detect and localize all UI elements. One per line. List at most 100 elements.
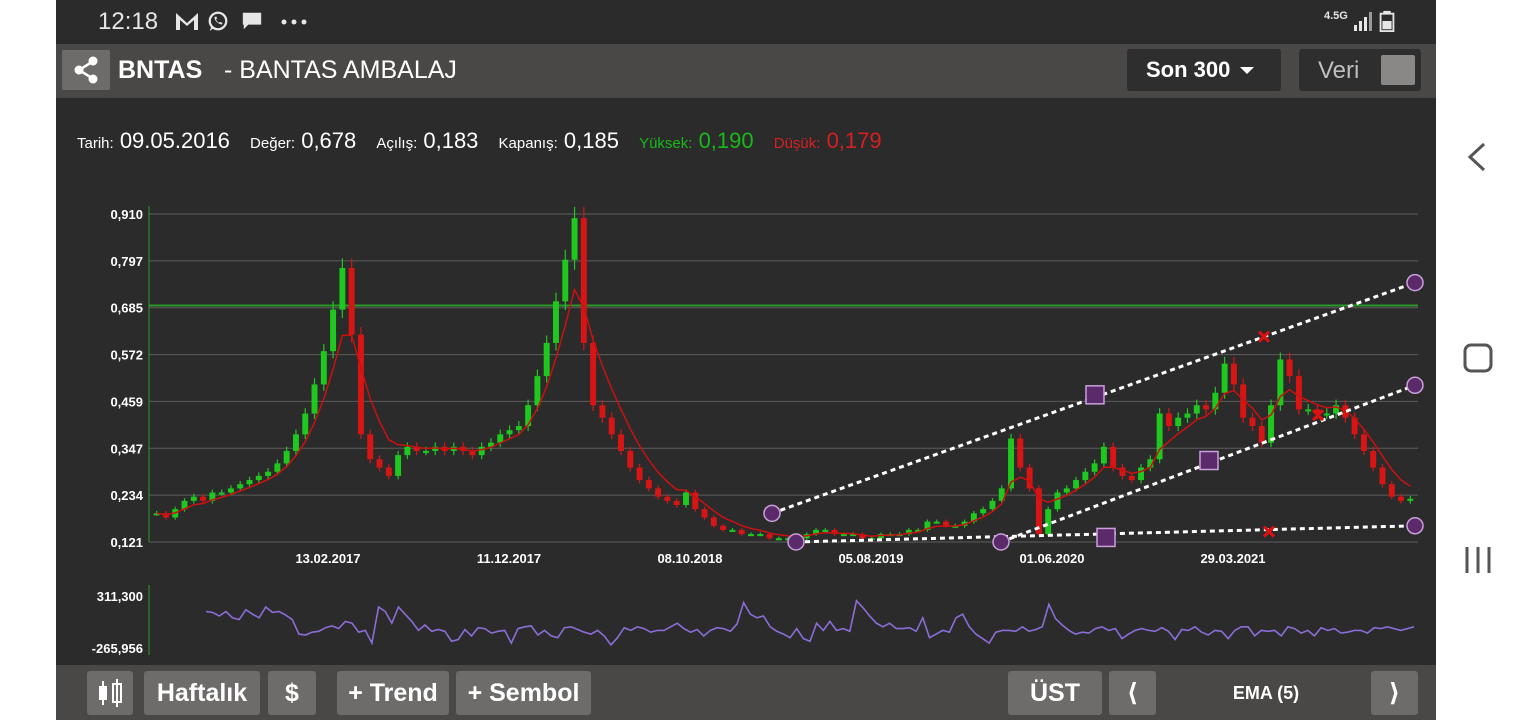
recents-icon[interactable] (1436, 543, 1520, 577)
candle-body (218, 492, 225, 495)
candlestick-series (153, 206, 1414, 541)
candlestick-icon (99, 679, 122, 707)
price-chart[interactable]: 0,910 0,797 0,685 0,572 0,459 0,347 0,234 0,121… (56, 160, 1436, 665)
trend-midpoint-handle (1085, 385, 1105, 405)
data-toggle-button[interactable]: Veri (1299, 49, 1421, 91)
candle-body (311, 384, 318, 414)
chart-type-button[interactable] (87, 671, 133, 715)
candle-body (385, 467, 392, 476)
trend-midpoint-handle (1199, 450, 1219, 471)
value-value: 0,678 (301, 128, 357, 153)
candle-body (200, 496, 207, 501)
upper-panel-button[interactable]: ÜST (1008, 671, 1102, 715)
candle-body (1407, 498, 1414, 501)
candle-body (766, 534, 773, 539)
ema-line (156, 287, 1411, 538)
add-trend-button[interactable]: + Trend (337, 671, 449, 715)
back-icon[interactable] (1436, 140, 1520, 174)
open-label: Açılış: (376, 135, 418, 152)
candle-body (580, 218, 587, 343)
candle-body (590, 342, 597, 406)
data-toggle-checkbox[interactable] (1381, 55, 1415, 85)
x-axis: 13.02.2017 11.12.2017 08.10.2018 05.08.2019… (295, 551, 1265, 566)
trend-endpoint-handle (1406, 273, 1424, 292)
low-value: 0,179 (826, 128, 882, 153)
previous-indicator-button[interactable]: ⟨ (1109, 671, 1156, 715)
close-label: Kapanış: (498, 135, 558, 152)
candle-body (775, 538, 782, 541)
status-bar: 12:18 4.5G (56, 0, 1436, 44)
add-symbol-button[interactable]: + Sembol (456, 671, 591, 715)
candle-body (1073, 480, 1080, 489)
close-value: 0,185 (563, 128, 619, 153)
candle-body (237, 484, 244, 489)
candle-body (701, 509, 708, 518)
candle-body (190, 496, 197, 501)
battery-icon (1379, 10, 1395, 32)
high-value: 0,190 (698, 128, 754, 153)
candle-body (320, 351, 327, 385)
candle-body (506, 430, 513, 435)
share-button[interactable] (62, 50, 110, 90)
candle-body (1193, 405, 1200, 414)
candle-body (1203, 405, 1210, 410)
candle-body (525, 405, 532, 427)
candle-body (1305, 409, 1312, 412)
indicator-label: EMA (5) (1232, 683, 1300, 703)
candle-body (367, 434, 374, 460)
candle-body (1249, 417, 1256, 427)
date-label: Tarih: (77, 135, 114, 152)
candle-body (1082, 471, 1089, 481)
status-time: 12:18 (98, 8, 159, 35)
y-tick-label: 0,459 (110, 394, 143, 409)
y-tick-label: 0,797 (110, 254, 143, 269)
candle-body (618, 434, 624, 451)
candle-body (1165, 413, 1172, 427)
range-dropdown[interactable]: Son 300 (1127, 49, 1281, 91)
candle-body (840, 534, 847, 537)
candle-body (274, 463, 281, 472)
share-icon (74, 56, 98, 84)
x-tick-label: 11.12.2017 (477, 551, 541, 566)
candle-body (1054, 492, 1061, 510)
candle-body (1221, 363, 1228, 393)
period-button[interactable]: Haftalık (144, 671, 260, 715)
candle-body (608, 417, 615, 435)
date-value: 09.05.2016 (119, 128, 230, 153)
candle-body (1100, 446, 1107, 464)
candle-body (515, 426, 522, 431)
trend-endpoint-handle (787, 533, 805, 551)
candle-body (664, 496, 671, 501)
candle-body (1017, 438, 1024, 468)
oscillator-panel: 311,300 -265,956 (92, 585, 1415, 656)
candle-body (478, 446, 485, 456)
candle-body (543, 342, 550, 377)
candle-body (1388, 484, 1395, 497)
value-label: Değer: (250, 135, 296, 152)
candle-body (1277, 359, 1284, 406)
range-label: Son 300 (1146, 57, 1231, 82)
candle-body (729, 529, 736, 532)
candle-body (265, 471, 272, 476)
candle-body (1230, 363, 1237, 385)
gmail-icon (176, 13, 198, 30)
next-indicator-button[interactable]: ⟩ (1371, 671, 1418, 715)
signal-icon (1354, 12, 1372, 31)
currency-button[interactable]: $ (268, 671, 316, 715)
candle-body (227, 488, 234, 493)
open-value: 0,183 (423, 128, 479, 153)
trend-endpoint-handle (1406, 376, 1424, 395)
chevron-down-icon (1240, 67, 1254, 74)
candle-body (980, 509, 987, 514)
candle-body (1184, 413, 1191, 418)
candle-body (1323, 413, 1330, 416)
chart-grid (148, 206, 1418, 543)
candle-body (553, 301, 559, 343)
candle-body (757, 534, 764, 537)
candle-body (1175, 417, 1182, 427)
candle-body (599, 405, 606, 418)
candle-body (1138, 467, 1145, 481)
candle-body (255, 475, 262, 481)
x-tick-label: 13.02.2017 (295, 551, 360, 566)
home-icon[interactable] (1436, 340, 1520, 376)
